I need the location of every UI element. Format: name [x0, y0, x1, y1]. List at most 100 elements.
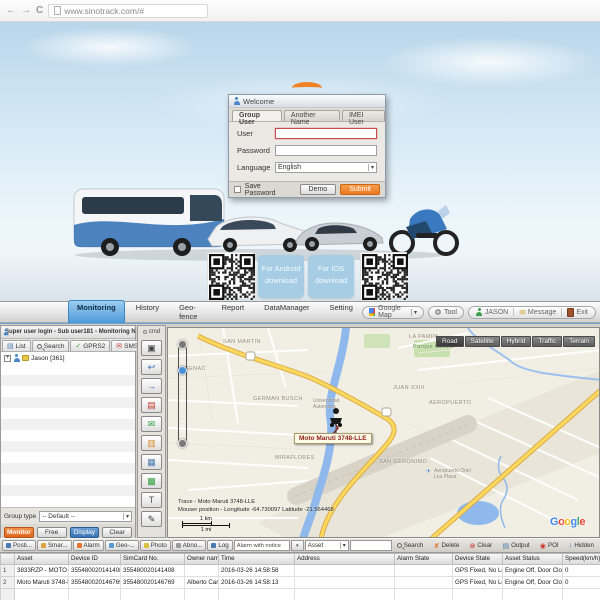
- output-button[interactable]: ▤Output: [500, 541, 531, 551]
- map-view-traffic[interactable]: Traffic: [532, 336, 562, 347]
- ios-download-button[interactable]: For IOS download: [308, 255, 354, 298]
- asset-list[interactable]: [1, 364, 135, 508]
- reload-icon[interactable]: C: [36, 5, 43, 16]
- hidden-button[interactable]: ↓Hidden: [567, 541, 596, 551]
- monitor-button[interactable]: Monitor: [4, 527, 34, 538]
- map-view-road[interactable]: Road: [436, 336, 464, 347]
- asset-filter-select[interactable]: Asset ▾: [305, 540, 349, 551]
- language-select[interactable]: English ▾: [275, 162, 377, 173]
- clear-button[interactable]: Clear: [102, 527, 132, 538]
- map-canvas[interactable]: SAN MARTIN LA PAMPA Parque Bolívar SENAC…: [167, 327, 600, 538]
- table-row[interactable]: [1, 588, 600, 600]
- back-icon[interactable]: ←: [6, 5, 16, 16]
- chevron-down-icon: ▾: [368, 164, 374, 171]
- bottom-tab-alarm[interactable]: Alarm: [73, 540, 104, 551]
- column-header[interactable]: Asset: [15, 554, 69, 564]
- idcard-button[interactable]: ▥: [141, 435, 162, 451]
- nav-tab-setting[interactable]: Setting: [321, 300, 362, 324]
- notice-dropdown[interactable]: ▾: [291, 540, 304, 551]
- chat-button[interactable]: ✉: [141, 416, 162, 432]
- bottom-tab-geo[interactable]: Geo-...: [105, 540, 139, 551]
- marker-label[interactable]: Moto Maruti 3748-LLE: [294, 433, 372, 444]
- slider-track[interactable]: [178, 345, 187, 443]
- nav-tab-history[interactable]: History: [127, 300, 168, 324]
- tool-button[interactable]: Tool: [428, 306, 464, 319]
- bottom-tab-smar[interactable]: Smar...: [37, 540, 72, 551]
- column-header[interactable]: Speed(km/h): [563, 554, 600, 564]
- nav-tab-geo-fence[interactable]: Geo-fence: [170, 300, 210, 324]
- tab-another-name[interactable]: Another Name: [284, 110, 340, 121]
- tab-group-user[interactable]: Group User: [232, 110, 282, 121]
- expand-icon[interactable]: +: [4, 355, 11, 362]
- message-button[interactable]: ✉ Message: [514, 308, 562, 317]
- pencil-button[interactable]: ✎: [141, 511, 162, 527]
- forward-button[interactable]: →: [141, 378, 162, 394]
- bottom-tab-posti[interactable]: Posti...: [2, 540, 36, 551]
- bottom-tab-log[interactable]: Log: [207, 540, 232, 551]
- tab-icon: [211, 543, 216, 548]
- column-header[interactable]: Owner name: [185, 554, 219, 564]
- map-view-hybrid[interactable]: Hybrid: [501, 336, 532, 347]
- map-label: MIRAFLORES: [275, 455, 315, 461]
- search-button[interactable]: Search: [395, 541, 426, 551]
- stats-button[interactable]: ▦: [141, 454, 162, 470]
- page-icon: [54, 6, 61, 15]
- column-header[interactable]: Time: [219, 554, 295, 564]
- submit-button[interactable]: Submit: [340, 184, 380, 195]
- save-password-checkbox[interactable]: [234, 186, 241, 193]
- delete-icon: ✘: [434, 542, 440, 550]
- free-button[interactable]: Free: [37, 527, 67, 538]
- tab-imei-user[interactable]: IMEI User: [342, 110, 385, 121]
- demo-button[interactable]: Demo: [300, 184, 337, 195]
- sidebar-tab-list[interactable]: ▤List: [2, 340, 31, 351]
- table-row[interactable]: 13833RZP - MOTO3554800201414083554800201…: [1, 564, 600, 576]
- column-header[interactable]: Device State: [453, 554, 503, 564]
- column-header[interactable]: Alarm State: [395, 554, 453, 564]
- screen-button[interactable]: ▣: [141, 340, 162, 356]
- forward-icon[interactable]: →: [21, 5, 31, 16]
- password-input[interactable]: [275, 145, 377, 156]
- airplane-icon: ✈: [426, 468, 431, 475]
- reply-button[interactable]: ↩: [141, 359, 162, 375]
- file-alert-button[interactable]: ▤: [141, 397, 162, 413]
- delete-button[interactable]: ✘Delete: [432, 541, 462, 551]
- address-bar[interactable]: www.sinotrack.com/#: [48, 4, 208, 18]
- alarm-notice-box[interactable]: Alarm with notice: [234, 540, 290, 551]
- slider-handle[interactable]: [178, 366, 187, 375]
- map-button[interactable]: ▩: [141, 473, 162, 489]
- bottom-tab-label: Log: [218, 542, 228, 549]
- map-view-terrain[interactable]: Terrain: [563, 336, 595, 347]
- column-header[interactable]: Device ID: [69, 554, 121, 564]
- nav-tab-datamanager[interactable]: DataManager: [255, 300, 318, 324]
- tree-item-jason[interactable]: + Jason [361]: [1, 352, 135, 364]
- zoom-out-knob[interactable]: [178, 439, 187, 448]
- user-input[interactable]: [275, 128, 377, 139]
- sidebar-tab-search[interactable]: Search: [32, 340, 70, 351]
- poi-button[interactable]: ◉POI: [538, 541, 561, 551]
- exit-button[interactable]: Exit: [562, 308, 593, 317]
- column-header[interactable]: Asset Status: [503, 554, 563, 564]
- clear-button[interactable]: ⊗Clear: [468, 541, 495, 551]
- nav-tab-monitoring[interactable]: Monitoring: [68, 300, 125, 324]
- text-button[interactable]: T: [141, 492, 162, 508]
- nav-tab-report[interactable]: Report: [213, 300, 254, 324]
- sidebar-tab-gprs2[interactable]: ✓GPRS2: [70, 340, 110, 351]
- map-type-select[interactable]: Google Map ▾: [362, 306, 424, 319]
- android-download-button[interactable]: For Android download: [258, 255, 304, 298]
- bottom-tab-photo[interactable]: Photo: [140, 540, 171, 551]
- display-button[interactable]: Display: [70, 527, 100, 538]
- current-user[interactable]: JASON: [471, 308, 514, 316]
- bottom-toolbar: Posti...Smar...AlarmGeo-...PhotoAbno... L…: [0, 538, 600, 553]
- user-icon: [476, 308, 483, 316]
- filter-input[interactable]: [350, 540, 392, 551]
- group-type-select[interactable]: -- Default -- ▾: [39, 511, 132, 522]
- vehicle-marker[interactable]: [328, 406, 344, 434]
- bottom-tab-abno[interactable]: Abno...: [172, 540, 207, 551]
- table-row[interactable]: 2Moto Maruti 3748-LL35548002014676935548…: [1, 576, 600, 588]
- map-zoom-slider[interactable]: [177, 340, 188, 448]
- action-label: Output: [511, 542, 530, 549]
- zoom-in-knob[interactable]: [178, 340, 187, 349]
- map-view-satellite[interactable]: Satellite: [465, 336, 500, 347]
- column-header[interactable]: SimCard No.: [121, 554, 185, 564]
- column-header[interactable]: Address: [295, 554, 395, 564]
